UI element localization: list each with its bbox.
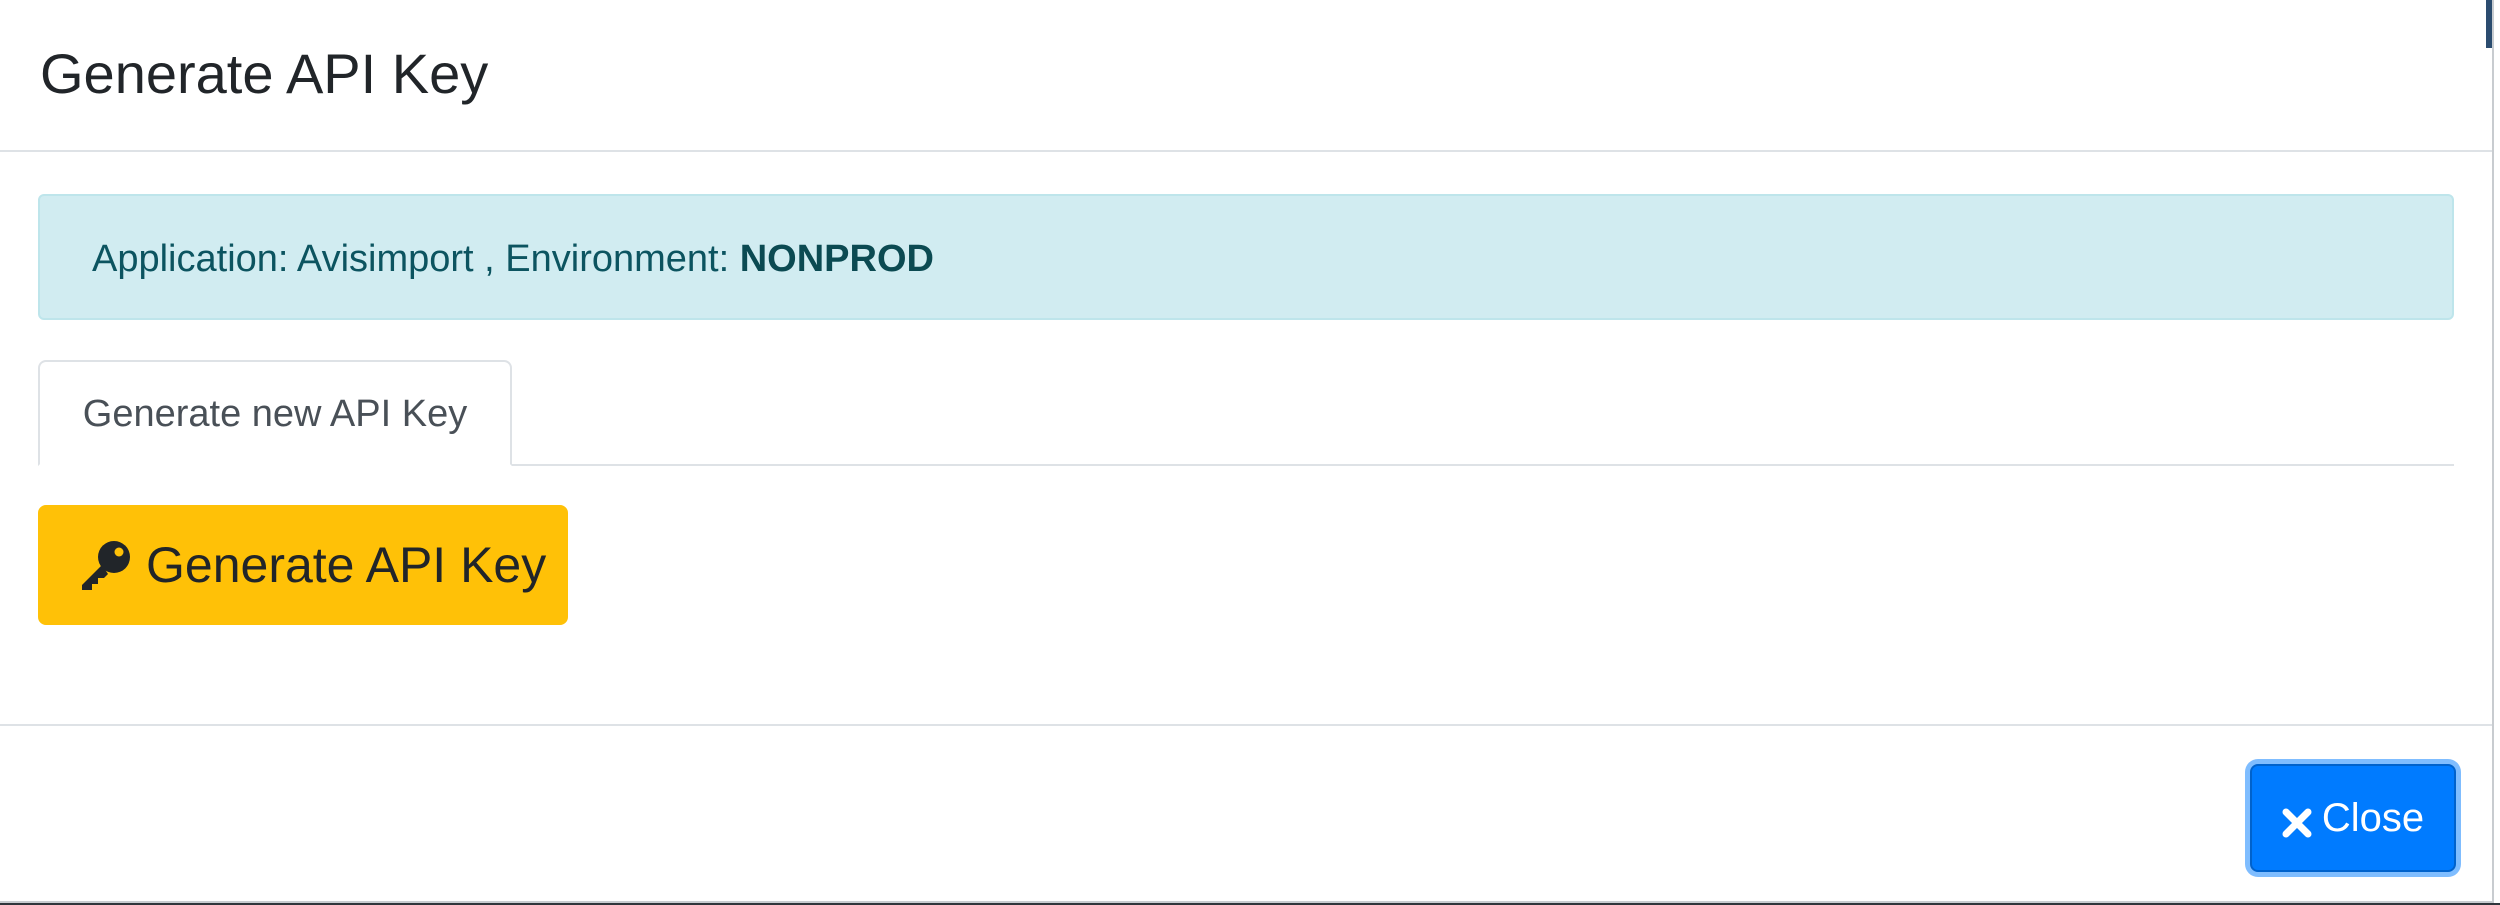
modal-footer-divider bbox=[0, 724, 2492, 726]
application-environment-text: Application: Avisimport , Environment: bbox=[92, 238, 740, 280]
tab-generate-new-api-key[interactable]: Generate new API Key bbox=[38, 360, 512, 466]
tab-bar: Generate new API Key bbox=[38, 360, 2454, 466]
times-icon bbox=[2282, 803, 2312, 838]
generate-api-key-modal: Generate API Key Application: Avisimport… bbox=[0, 0, 2494, 903]
generate-api-key-button[interactable]: Generate API Key bbox=[38, 505, 568, 625]
application-info-alert: Application: Avisimport , Environment: N… bbox=[38, 194, 2454, 320]
generate-api-key-label: Generate API Key bbox=[146, 537, 547, 593]
close-button[interactable]: Close bbox=[2250, 764, 2456, 872]
close-label: Close bbox=[2321, 795, 2425, 840]
modal-title: Generate API Key bbox=[40, 42, 489, 105]
modal-header: Generate API Key bbox=[0, 0, 2492, 152]
environment-value: NONPROD bbox=[739, 238, 934, 280]
key-icon bbox=[80, 539, 132, 591]
